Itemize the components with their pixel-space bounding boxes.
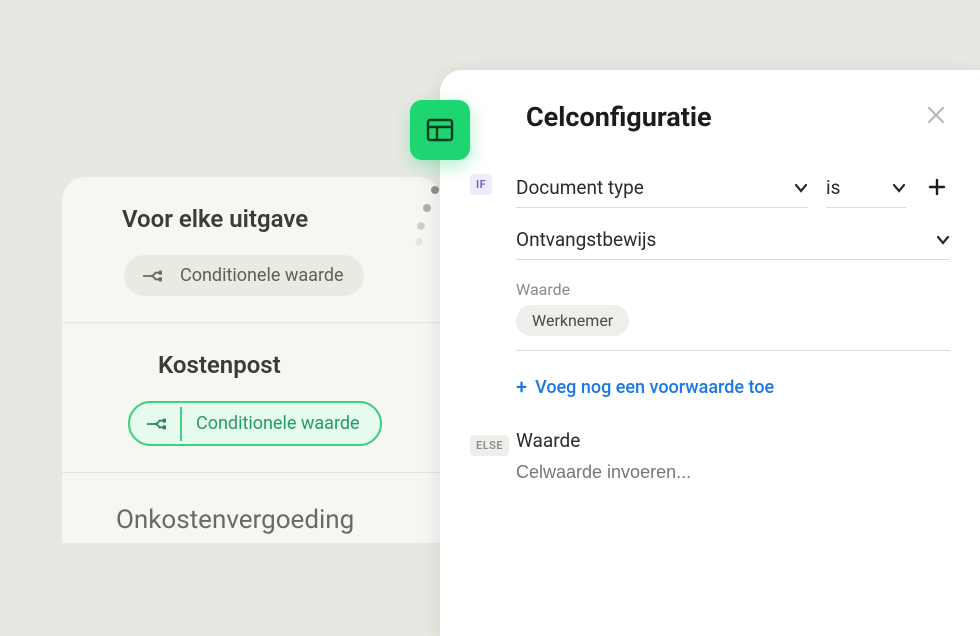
cell-config-panel: Celconfiguratie IF Document type is <box>440 70 980 636</box>
pill-label: Conditionele waarde <box>176 255 364 296</box>
if-block: IF Document type is Ontvangstbewijs <box>470 168 950 399</box>
value-select[interactable]: Ontvangstbewijs <box>516 220 950 260</box>
add-condition-label: Voeg nog een voorwaarde toe <box>535 377 774 398</box>
branch-icon <box>124 259 176 293</box>
condition-row: Document type is <box>516 168 950 208</box>
chevron-down-icon <box>892 178 906 197</box>
close-icon[interactable] <box>922 100 950 134</box>
conditional-value-pill-active[interactable]: Conditionele waarde <box>128 401 382 446</box>
else-value-label: Waarde <box>516 429 950 452</box>
section-per-expense: Voor elke uitgave Conditionele waarde <box>62 177 442 322</box>
branch-icon <box>130 407 182 441</box>
section-title: Voor elke uitgave <box>62 177 442 255</box>
value-label: Waarde <box>516 280 950 299</box>
pill-row: Conditionele waarde <box>62 401 442 472</box>
chevron-down-icon <box>936 230 950 249</box>
select-value: is <box>826 176 840 199</box>
if-badge: IF <box>470 174 492 195</box>
section-reimbursement: Onkostenvergoeding <box>62 472 442 543</box>
table-cell-icon <box>410 100 470 160</box>
pill-label: Conditionele waarde <box>182 403 380 444</box>
operator-select[interactable]: is <box>826 168 906 208</box>
pill-row: Conditionele waarde <box>62 255 442 322</box>
chevron-down-icon <box>794 178 808 197</box>
section-cost-category: Kostenpost Conditionele waarde <box>62 322 442 472</box>
value-chip-row: Werknemer <box>516 305 950 351</box>
select-value: Ontvangstbewijs <box>516 228 656 251</box>
panel-header: Celconfiguratie <box>470 100 950 134</box>
else-badge: ELSE <box>470 435 509 456</box>
section-title: Kostenpost <box>62 323 442 401</box>
select-value: Document type <box>516 176 644 199</box>
document-type-select[interactable]: Document type <box>516 168 808 208</box>
panel-title: Celconfiguratie <box>526 101 898 133</box>
add-condition-icon[interactable] <box>924 174 950 202</box>
add-condition-link[interactable]: + Voeg nog een voorwaarde toe <box>516 375 950 399</box>
conditional-value-pill[interactable]: Conditionele waarde <box>124 255 364 296</box>
left-config-card: Voor elke uitgave Conditionele waarde Ko… <box>62 177 442 543</box>
else-block: ELSE Waarde <box>470 429 950 487</box>
plus-icon: + <box>516 375 527 399</box>
value-chip[interactable]: Werknemer <box>516 305 629 336</box>
section-title: Onkostenvergoeding <box>62 473 442 543</box>
else-value-input[interactable] <box>516 458 950 487</box>
